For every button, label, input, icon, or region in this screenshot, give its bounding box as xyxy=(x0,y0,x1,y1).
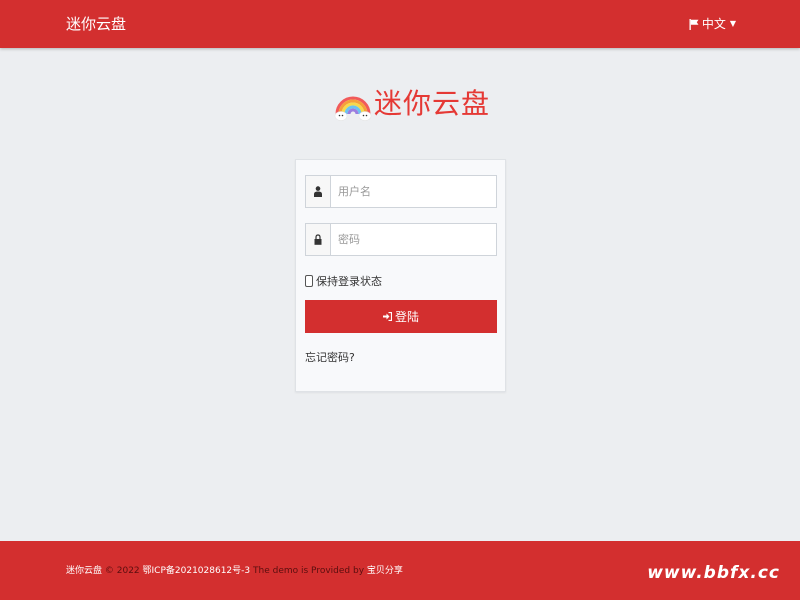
footer-demo-text: The demo is Provided by xyxy=(253,566,365,576)
site-logo: 迷你云盘 xyxy=(334,84,490,124)
language-label: 中文 xyxy=(701,17,726,31)
username-addon xyxy=(306,176,331,207)
user-icon xyxy=(314,186,322,197)
lock-icon xyxy=(314,234,322,245)
login-button-label: 登陆 xyxy=(394,310,419,324)
login-panel: 保持登录状态 登陆 忘记密码? xyxy=(295,159,506,392)
language-dropdown[interactable]: 中文 ▼ xyxy=(689,16,736,32)
footer-brand-link[interactable]: 迷你云盘 xyxy=(66,566,102,576)
caret-down-icon: ▼ xyxy=(729,19,736,28)
rainbow-cloud-icon xyxy=(334,96,372,121)
navbar-brand[interactable]: 迷你云盘 xyxy=(66,14,126,34)
password-group xyxy=(305,223,497,256)
footer-icp-link[interactable]: 鄂ICP备2021028612号-3 xyxy=(143,566,251,576)
footer-copyright: © 2022 xyxy=(104,566,140,576)
username-input[interactable] xyxy=(331,176,496,207)
remember-me[interactable]: 保持登录状态 xyxy=(305,273,382,289)
watermark: www.bbfx.cc xyxy=(647,563,780,583)
remember-label: 保持登录状态 xyxy=(316,275,382,288)
sign-in-icon xyxy=(382,312,392,321)
remember-checkbox[interactable] xyxy=(305,275,313,287)
footer: 迷你云盘 © 2022 鄂ICP备2021028612号-3 The demo … xyxy=(0,541,800,600)
password-input[interactable] xyxy=(331,224,496,255)
login-button[interactable]: 登陆 xyxy=(305,300,497,333)
logo-text: 迷你云盘 xyxy=(374,87,491,120)
footer-info: 迷你云盘 © 2022 鄂ICP备2021028612号-3 The demo … xyxy=(66,565,403,577)
footer-provider-link[interactable]: 宝贝分享 xyxy=(367,566,403,576)
forgot-password-link[interactable]: 忘记密码? xyxy=(305,349,355,365)
flag-icon xyxy=(689,18,699,30)
username-group xyxy=(305,175,497,208)
password-addon xyxy=(306,224,331,255)
top-navbar: 迷你云盘 中文 ▼ xyxy=(0,0,800,48)
